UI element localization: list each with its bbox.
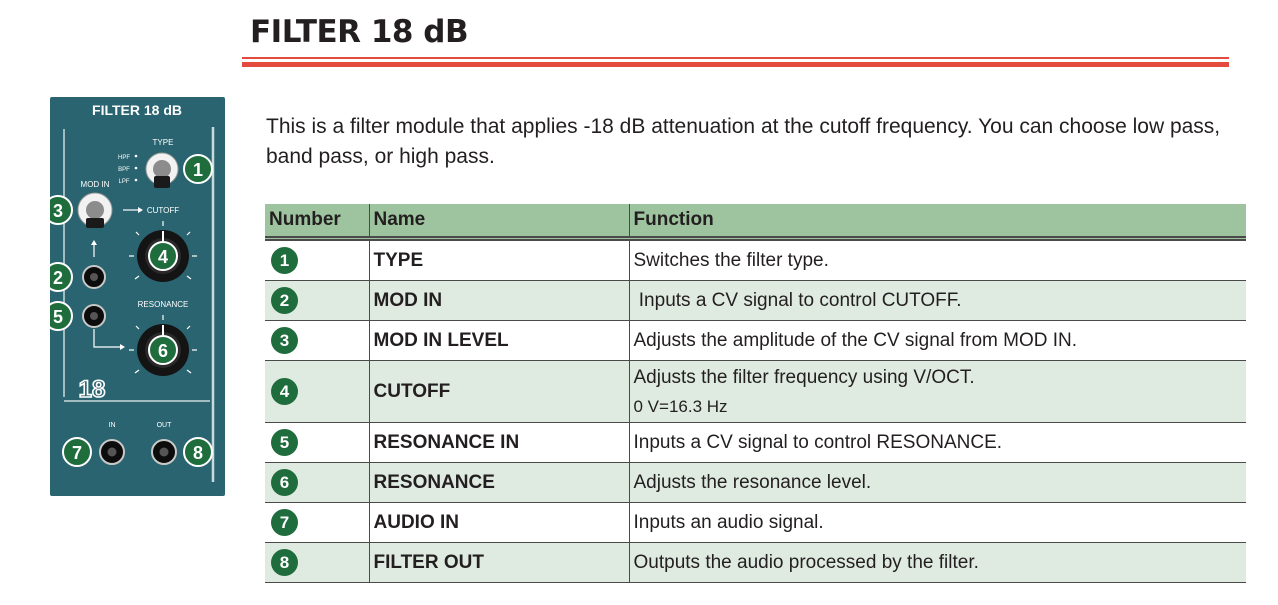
row-function-line2: 0 V=16.3 Hz <box>633 396 728 416</box>
svg-text:6: 6 <box>158 341 168 361</box>
table-row: 1 TYPE Switches the filter type. <box>265 238 1246 281</box>
row-function: Inputs an audio signal. <box>629 502 1246 543</box>
callout-1: 1 <box>183 154 213 184</box>
filter-module-panel: FILTER 18 dB TYPE HPF BPF LPF MOD IN CUT… <box>50 97 225 496</box>
callout-4: 4 <box>148 241 178 271</box>
callout-7: 7 <box>62 437 92 467</box>
function-table: Number Name Function 1 TYPE Switches the… <box>265 204 1246 583</box>
row-function-line1: Adjusts the filter frequency using V/OCT… <box>633 366 975 388</box>
callout-3: 3 <box>50 195 73 225</box>
type-option-hpf: HPF <box>118 155 130 161</box>
number-badge: 7 <box>271 509 298 536</box>
number-badge: 3 <box>271 327 298 354</box>
type-option-lpf: LPF <box>118 179 129 185</box>
number-badge: 2 <box>271 287 298 314</box>
header-number: Number <box>265 204 370 241</box>
row-function: Inputs a CV signal to control RESONANCE. <box>629 422 1246 463</box>
row-function: Adjusts the amplitude of the CV signal f… <box>629 320 1246 361</box>
svg-text:1: 1 <box>193 160 203 180</box>
module-title: FILTER 18 dB <box>92 102 182 118</box>
row-function: Switches the filter type. <box>629 238 1246 281</box>
row-name: AUDIO IN <box>369 502 630 543</box>
svg-text:4: 4 <box>158 247 168 267</box>
row-function: Adjusts the filter frequency using V/OCT… <box>629 360 1246 423</box>
table-row: 3 MOD IN LEVEL Adjusts the amplitude of … <box>265 320 1246 361</box>
number-badge: 4 <box>271 378 298 405</box>
in-label: IN <box>109 422 116 429</box>
mod-in-label: MOD IN <box>81 180 110 189</box>
svg-text:2: 2 <box>53 268 63 288</box>
resonance-label: RESONANCE <box>138 300 189 309</box>
number-badge: 6 <box>271 469 298 496</box>
title-rule-thick <box>242 62 1229 67</box>
header-function: Function <box>629 204 1246 241</box>
svg-text:7: 7 <box>72 443 82 463</box>
header-name: Name <box>369 204 630 241</box>
table-row: 8 FILTER OUT Outputs the audio processed… <box>265 542 1246 583</box>
row-name: FILTER OUT <box>369 542 630 583</box>
svg-text:3: 3 <box>53 201 63 221</box>
row-name: TYPE <box>369 238 630 281</box>
svg-text:5: 5 <box>53 307 63 327</box>
row-name: RESONANCE IN <box>369 422 630 463</box>
row-name: MOD IN LEVEL <box>369 320 630 361</box>
table-row: 4 CUTOFF Adjusts the filter frequency us… <box>265 360 1246 423</box>
row-name: RESONANCE <box>369 462 630 503</box>
table-row: 5 RESONANCE IN Inputs a CV signal to con… <box>265 422 1246 463</box>
type-option-bpf: BPF <box>118 167 130 173</box>
callout-5: 5 <box>50 301 73 331</box>
number-badge: 1 <box>271 247 298 274</box>
module-badge-18: 18 <box>79 376 106 403</box>
table-header-row: Number Name Function <box>265 204 1246 241</box>
number-badge: 5 <box>271 429 298 456</box>
callout-6: 6 <box>148 335 178 365</box>
row-name: CUTOFF <box>369 360 630 423</box>
svg-text:8: 8 <box>193 443 203 463</box>
table-row: 7 AUDIO IN Inputs an audio signal. <box>265 502 1246 543</box>
row-function: Outputs the audio processed by the filte… <box>629 542 1246 583</box>
table-row: 6 RESONANCE Adjusts the resonance level. <box>265 462 1246 503</box>
module-illustration: FILTER 18 dB TYPE HPF BPF LPF MOD IN CUT… <box>50 102 215 482</box>
intro-paragraph: This is a filter module that applies -18… <box>266 115 1221 168</box>
number-badge: 8 <box>271 549 298 576</box>
out-label: OUT <box>157 422 173 429</box>
table-row: 2 MOD IN Inputs a CV signal to control C… <box>265 280 1246 321</box>
cutoff-label: CUTOFF <box>147 206 179 215</box>
row-function: Inputs a CV signal to control CUTOFF. <box>629 280 1246 321</box>
callout-2: 2 <box>50 262 73 292</box>
title-rule-thin <box>242 57 1229 59</box>
row-name: MOD IN <box>369 280 630 321</box>
callout-8: 8 <box>183 437 213 467</box>
page-title: FILTER 18 dB <box>250 14 469 50</box>
row-function: Adjusts the resonance level. <box>629 462 1246 503</box>
type-label: TYPE <box>153 138 174 147</box>
